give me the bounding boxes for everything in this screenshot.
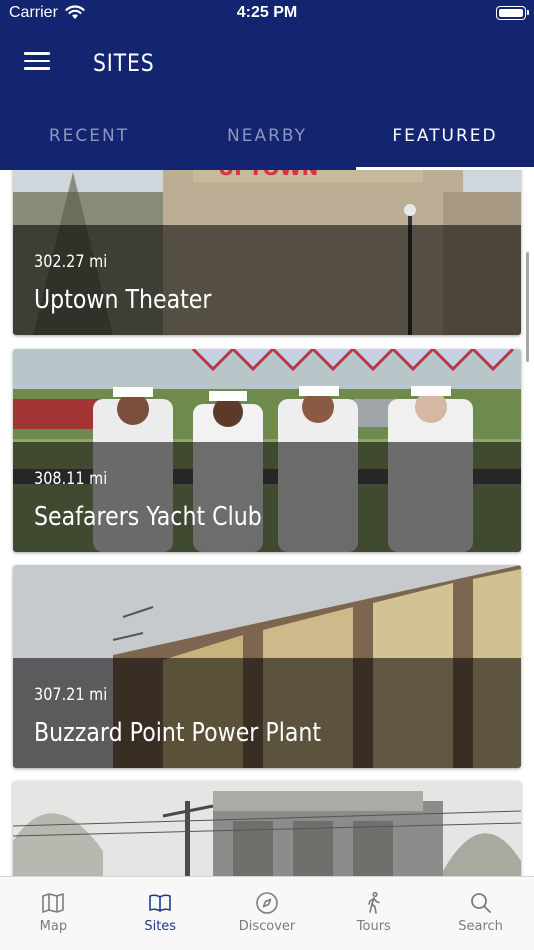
book-icon [149,894,171,912]
page-title: SITES [93,49,155,77]
tab-recent[interactable]: RECENT [0,100,178,170]
tabbar-label: Discover [238,919,296,934]
tab-nearby[interactable]: NEARBY [178,100,356,170]
sites-list[interactable]: UPTOWN 302.27 mi Uptown Theater [0,170,534,876]
tabbar-label: Tours [356,919,391,934]
uptown-sign: UPTOWN [218,170,318,180]
bottom-tab-bar: Map Sites Discover Tours Search [0,876,534,950]
site-name: Seafarers Yacht Club [34,502,262,532]
site-photo [13,781,521,876]
site-card-partial[interactable] [13,781,521,876]
walking-person-icon [367,891,380,914]
tab-featured[interactable]: FEATURED [356,100,534,170]
compass-icon [256,892,278,914]
tabbar-tours[interactable]: Tours [320,877,427,950]
hamburger-icon [24,52,50,55]
battery-icon [496,6,529,20]
tabbar-label: Map [39,919,68,934]
site-card-seafarers-yacht-club[interactable]: 308.11 mi Seafarers Yacht Club [13,349,521,552]
search-icon [470,893,491,913]
site-distance: 307.21 mi [34,685,108,705]
site-card-buzzard-point-power-plant[interactable]: 307.21 mi Buzzard Point Power Plant [13,565,521,768]
site-name: Uptown Theater [34,285,212,315]
tabbar-search[interactable]: Search [427,877,534,950]
tabbar-label: Sites [144,919,177,934]
tabbar-sites[interactable]: Sites [107,877,214,950]
scroll-indicator[interactable] [526,252,529,362]
site-name: Buzzard Point Power Plant [34,718,322,748]
tabbar-map[interactable]: Map [0,877,107,950]
site-card-uptown-theater[interactable]: UPTOWN 302.27 mi Uptown Theater [13,170,521,335]
tabbar-discover[interactable]: Discover [214,877,321,950]
tabbar-label: Search [458,919,503,934]
clock: 4:25 PM [236,4,298,21]
map-icon [42,893,65,913]
site-distance: 302.27 mi [34,252,108,272]
app-header: Carrier 4:25 PM SITES RECENT NEARBY FEAT… [0,0,534,170]
site-distance: 308.11 mi [34,469,108,489]
segment-tabs: RECENT NEARBY FEATURED [0,100,534,170]
hamburger-menu-button[interactable] [24,52,50,74]
status-bar: Carrier 4:25 PM [0,0,534,28]
